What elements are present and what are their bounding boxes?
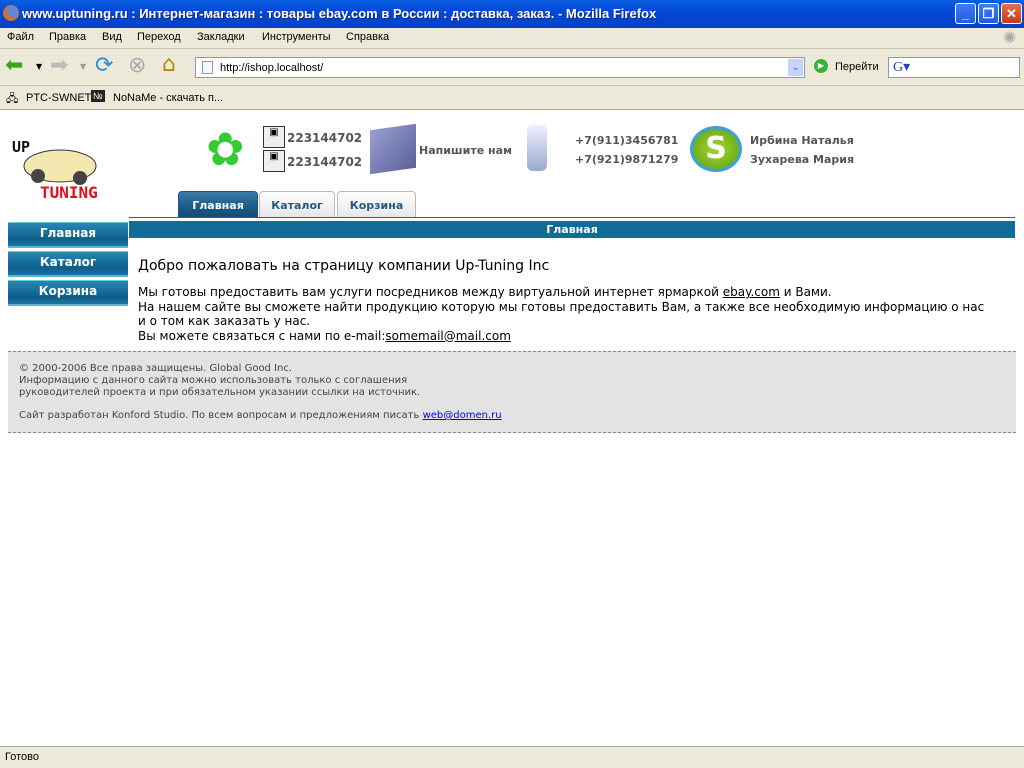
bookmark-icon: 🖧 [6, 93, 19, 105]
divider [129, 217, 1015, 218]
skype-contact[interactable]: Зухарева Мария [750, 153, 854, 166]
icq-status-icon: ▣ [263, 126, 285, 148]
sidebar-item-catalog[interactable]: Каталог [8, 251, 128, 277]
svg-text:UP: UP [12, 138, 30, 156]
text: На нашем сайте вы сможете найти продукци… [138, 299, 985, 314]
bookmarks-toolbar: 🖧 PTC-SWNET № NoNaMe - скачать п... [0, 86, 1024, 110]
svg-text:TUNING: TUNING [40, 183, 98, 202]
menu-view[interactable]: Вид [102, 31, 122, 43]
menu-help[interactable]: Справка [346, 31, 389, 43]
skype-contact[interactable]: Ирбина Наталья [750, 134, 854, 147]
icq-number: 223144702 [287, 131, 363, 145]
tab-home[interactable]: Главная [178, 191, 258, 218]
menu-tools[interactable]: Инструменты [262, 31, 331, 43]
window-title: www.uptuning.ru : Интернет-магазин : тов… [22, 6, 657, 21]
write-us-link[interactable]: Напишите нам [419, 144, 512, 157]
phone-number: +7(911)3456781 [575, 134, 679, 147]
url-input[interactable]: http://ishop.localhost/ [220, 62, 323, 74]
go-button[interactable]: Перейти [835, 61, 879, 73]
title-bar: www.uptuning.ru : Интернет-магазин : тов… [0, 0, 1024, 28]
go-icon[interactable]: ▶ [814, 59, 828, 73]
welcome-text: Мы готовы предоставить вам услуги посред… [138, 285, 1018, 343]
text: Мы готовы предоставить вам услуги посред… [138, 285, 723, 299]
menu-edit[interactable]: Правка [49, 31, 86, 43]
footer-info: Информацию с данного сайта можно использ… [19, 375, 408, 386]
uptuning-logo[interactable]: UP TUNING [10, 136, 128, 202]
firefox-icon [3, 5, 19, 21]
navigation-toolbar: ⬅ ▼ ➡ ▼ ⟳ ⊗ ⌂ http://ishop.localhost/ ⌄ … [0, 48, 1024, 86]
section-title: Главная [129, 221, 1015, 238]
icq-status-icon: ▣ [263, 150, 285, 172]
menu-bookmarks[interactable]: Закладки [197, 31, 245, 43]
text: и Вами. [779, 285, 832, 299]
developer-text: Сайт разработан Konford Studio. По всем … [19, 410, 423, 421]
developer-email-link[interactable]: web@domen.ru [423, 410, 502, 421]
bookmark-noname[interactable]: NoNaMe - скачать п... [113, 92, 223, 104]
back-icon[interactable]: ⬅ [5, 54, 23, 78]
home-icon[interactable]: ⌂ [162, 53, 176, 77]
bookmark-noname-icon: № [91, 90, 105, 102]
forward-dropdown-icon[interactable]: ▼ [80, 55, 86, 79]
text: и о том как заказать у нас. [138, 314, 311, 328]
welcome-heading: Добро пожаловать на страницу компании Up… [138, 258, 550, 274]
menu-file[interactable]: Файл [7, 31, 34, 43]
footer-info: руководителей проекта и при обязательном… [19, 387, 421, 398]
search-input[interactable]: G▾ [888, 57, 1020, 78]
ebay-link[interactable]: ebay.com [723, 285, 780, 299]
forward-icon[interactable]: ➡ [50, 54, 68, 78]
close-button[interactable]: ✕ [1001, 3, 1022, 24]
envelope-icon [370, 123, 416, 175]
phone-number: +7(921)9871279 [575, 153, 679, 166]
back-dropdown-icon[interactable]: ▼ [36, 55, 42, 79]
throbber-icon: ✺ [1003, 30, 1017, 47]
phone-icon [527, 125, 547, 171]
icq-number: 223144702 [287, 155, 363, 169]
footer: © 2000-2006 Все права защищены. Global G… [8, 351, 1016, 433]
email-link[interactable]: somemail@mail.com [385, 329, 511, 343]
google-icon[interactable]: G▾ [893, 59, 910, 76]
sidebar-item-cart[interactable]: Корзина [8, 280, 128, 306]
copyright: © 2000-2006 Все права защищены. Global G… [19, 363, 293, 374]
icq-icon: ✿ [206, 122, 245, 176]
minimize-button[interactable]: _ [955, 3, 976, 24]
url-bar[interactable]: http://ishop.localhost/ ⌄ [195, 57, 805, 78]
text: Вы можете связаться с нами по e-mail: [138, 328, 386, 343]
url-dropdown-icon[interactable]: ⌄ [788, 59, 803, 76]
tab-catalog[interactable]: Каталог [259, 191, 335, 218]
sidebar-item-home[interactable]: Главная [8, 222, 128, 248]
skype-icon: S [690, 126, 742, 172]
restore-button[interactable]: ❐ [978, 3, 999, 24]
page-icon [202, 61, 213, 74]
bookmark-ptc-swnet[interactable]: PTC-SWNET [26, 92, 91, 104]
status-bar: Готово [0, 746, 1024, 768]
status-text: Готово [5, 751, 39, 763]
menu-go[interactable]: Переход [137, 31, 181, 43]
stop-icon[interactable]: ⊗ [128, 54, 146, 78]
reload-icon[interactable]: ⟳ [95, 54, 113, 78]
tab-cart[interactable]: Корзина [337, 191, 416, 218]
menu-bar: Файл Правка Вид Переход Закладки Инструм… [0, 28, 1024, 48]
